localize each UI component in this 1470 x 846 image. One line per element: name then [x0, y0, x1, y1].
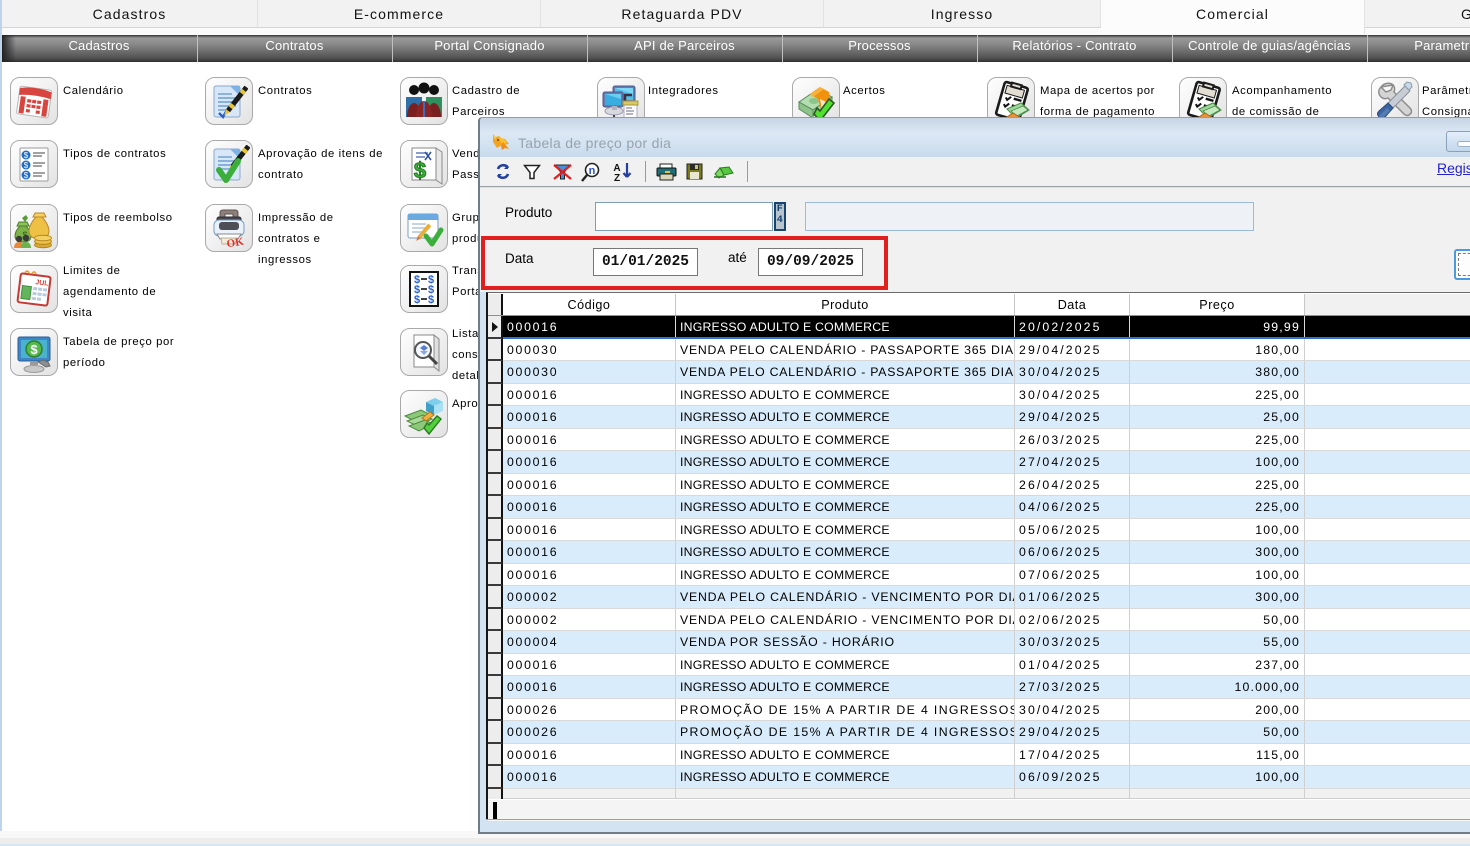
svg-text:$: $: [428, 294, 434, 306]
svg-text:Z: Z: [614, 173, 620, 182]
svg-text:$: $: [414, 294, 420, 306]
svg-text:$: $: [24, 171, 29, 180]
svg-text:$: $: [24, 161, 29, 170]
svg-text:n: n: [589, 165, 596, 177]
svg-text:$: $: [30, 342, 38, 357]
svg-text:$: $: [414, 158, 426, 183]
svg-text:$: $: [24, 151, 29, 160]
